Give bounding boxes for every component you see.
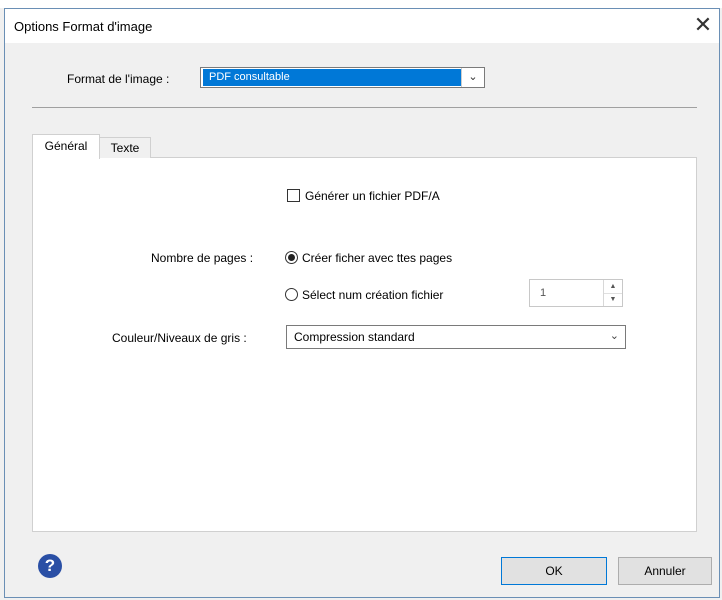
color-dropdown[interactable]: Compression standard ⌄ <box>286 325 626 349</box>
spin-up-icon[interactable]: ▲ <box>604 280 622 294</box>
chevron-down-icon[interactable]: ⌄ <box>610 329 619 342</box>
format-selected-value: PDF consultable <box>203 69 462 86</box>
color-selected-value: Compression standard <box>294 330 415 344</box>
color-label: Couleur/Niveaux de gris : <box>112 331 247 345</box>
ok-button[interactable]: OK <box>501 557 607 585</box>
radio-all-pages[interactable] <box>285 251 298 264</box>
stepper-buttons: ▲ ▼ <box>603 280 622 306</box>
tab-general[interactable]: Général <box>32 134 100 159</box>
help-icon[interactable]: ? <box>38 554 62 578</box>
background-window-fragment <box>0 0 722 8</box>
pages-count-value[interactable]: 1 <box>540 287 546 299</box>
tab-texte[interactable]: Texte <box>99 137 151 158</box>
close-icon[interactable]: ✕ <box>690 12 716 38</box>
radio-all-pages-label[interactable]: Créer ficher avec ttes pages <box>302 251 452 265</box>
pages-label: Nombre de pages : <box>151 251 254 265</box>
pages-count-stepper[interactable]: 1 ▲ ▼ <box>529 279 623 307</box>
format-label: Format de l'image : <box>67 72 170 86</box>
radio-select-pages-label[interactable]: Sélect num création fichier <box>302 288 443 302</box>
spin-down-icon[interactable]: ▼ <box>604 293 622 306</box>
dialog-title: Options Format d'image <box>14 19 153 34</box>
radio-select-pages[interactable] <box>285 288 298 301</box>
pdfa-label[interactable]: Générer un fichier PDF/A <box>305 189 440 203</box>
pdfa-checkbox[interactable] <box>287 189 300 202</box>
format-dropdown[interactable]: PDF consultable ⌄ <box>200 67 485 88</box>
dialog-window: Options Format d'image ✕ Format de l'ima… <box>0 0 722 600</box>
cancel-button[interactable]: Annuler <box>618 557 712 585</box>
chevron-down-icon[interactable]: ⌄ <box>461 68 484 87</box>
divider <box>32 107 697 108</box>
